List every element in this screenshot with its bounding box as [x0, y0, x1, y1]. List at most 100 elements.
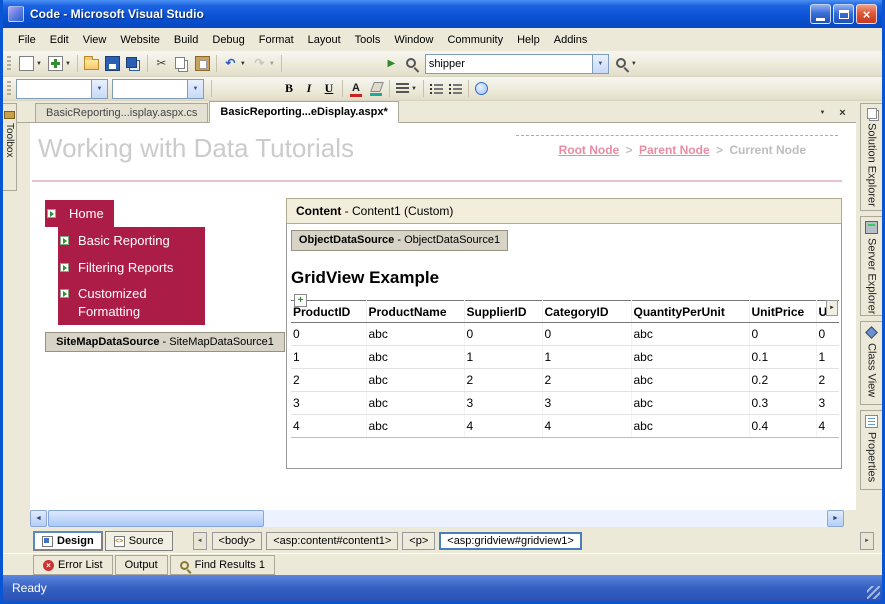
- solution-explorer-tab[interactable]: Solution Explorer: [860, 103, 882, 211]
- block-format-input[interactable]: [17, 79, 91, 98]
- search-combo-input[interactable]: [425, 54, 592, 73]
- toolbar-separator: [422, 80, 424, 97]
- tab-list-dropdown-button[interactable]: ▼: [815, 105, 830, 120]
- grid-cell: 3: [542, 391, 632, 415]
- find-in-files-button[interactable]: ▼: [612, 53, 640, 75]
- horizontal-scrollbar[interactable]: ◄ ►: [30, 510, 844, 527]
- save-button[interactable]: [102, 53, 123, 75]
- tag-asp-content[interactable]: <asp:content#content1>: [266, 532, 399, 550]
- copy-button[interactable]: [172, 53, 192, 75]
- content-placeholder-body[interactable]: ObjectDataSource - ObjectDataSource1 Gri…: [286, 224, 842, 469]
- combo-dropdown-button[interactable]: ▼: [187, 79, 203, 98]
- server-explorer-tab[interactable]: Server Explorer: [860, 216, 882, 316]
- menu-item-help[interactable]: Help: [510, 30, 547, 50]
- tag-p[interactable]: <p>: [402, 532, 436, 550]
- find-results-tab[interactable]: Find Results 1: [169, 555, 275, 575]
- tag-scroll-right-button[interactable]: ►: [860, 532, 874, 550]
- vs-logo-icon: [8, 6, 24, 22]
- tag-body[interactable]: <body>: [211, 532, 263, 550]
- content-placeholder-header[interactable]: Content - Content1 (Custom): [286, 198, 842, 224]
- combo-dropdown-button[interactable]: ▼: [91, 79, 107, 98]
- menu-item-format[interactable]: Format: [252, 30, 301, 50]
- breadcrumb-parent-link[interactable]: Parent Node: [639, 143, 710, 157]
- toolbar-grip[interactable]: [7, 80, 11, 97]
- tag-asp-gridview-selected[interactable]: <asp:gridview#gridview1>: [439, 532, 582, 550]
- doc-tab-aspx-active[interactable]: BasicReporting...eDisplay.aspx*: [209, 101, 399, 123]
- gridview-control[interactable]: ProductID ProductName SupplierID Categor…: [291, 300, 839, 442]
- scroll-left-button[interactable]: ◄: [30, 510, 47, 527]
- redo-button[interactable]: ↷ ▼: [249, 53, 278, 75]
- start-debug-button[interactable]: ▶: [381, 53, 402, 75]
- error-list-tab[interactable]: × Error List: [33, 555, 113, 575]
- menu-item-view[interactable]: View: [76, 30, 114, 50]
- content-placeholder[interactable]: Content - Content1 (Custom) ObjectDataSo…: [286, 198, 842, 469]
- tag-scroll-left-button[interactable]: ◄: [192, 532, 207, 550]
- menu-item-window[interactable]: Window: [387, 30, 440, 50]
- resize-grip[interactable]: [867, 586, 880, 599]
- grid-cell: abc: [631, 345, 750, 369]
- grid-cell: 3: [291, 391, 367, 415]
- title-bar[interactable]: Code - Microsoft Visual Studio ×: [3, 0, 882, 28]
- gridview-smart-tag-icon[interactable]: ►: [826, 300, 838, 316]
- menu-item-debug[interactable]: Debug: [205, 30, 251, 50]
- nav-item-home[interactable]: Home: [45, 200, 114, 227]
- combo-dropdown-button[interactable]: ▼: [591, 54, 608, 73]
- doc-tab-codebehind[interactable]: BasicReporting...isplay.aspx.cs: [35, 103, 209, 122]
- gridview-table[interactable]: ProductID ProductName SupplierID Categor…: [291, 300, 839, 438]
- bold-button[interactable]: B: [279, 78, 299, 100]
- nav-item-customized-formatting[interactable]: Customized Formatting: [58, 281, 205, 325]
- scroll-right-button[interactable]: ►: [827, 510, 844, 527]
- toolbar-separator: [215, 55, 217, 72]
- minimize-button[interactable]: [810, 4, 831, 24]
- hyperlink-button[interactable]: [472, 78, 491, 100]
- grid-header-cell: QuantityPerUnit: [631, 300, 750, 323]
- toolbar-grip[interactable]: [7, 55, 11, 72]
- numbered-list-button[interactable]: [446, 78, 465, 100]
- output-tab[interactable]: Output: [114, 555, 168, 575]
- menu-item-build[interactable]: Build: [167, 30, 205, 50]
- menu-item-marker-icon: [47, 208, 56, 218]
- paste-button[interactable]: [192, 53, 213, 75]
- open-file-button[interactable]: [81, 53, 102, 75]
- menu-item-tools[interactable]: Tools: [348, 30, 388, 50]
- scrollbar-thumb[interactable]: [48, 510, 264, 527]
- nav-item-filtering-reports[interactable]: Filtering Reports: [58, 254, 205, 281]
- highlight-icon: [369, 82, 383, 96]
- add-new-item-button[interactable]: ▼: [45, 53, 74, 75]
- class-view-tab[interactable]: Class View: [860, 321, 882, 405]
- menu-item-addins[interactable]: Addins: [547, 30, 595, 50]
- italic-button[interactable]: I: [299, 78, 319, 100]
- menu-item-community[interactable]: Community: [440, 30, 510, 50]
- design-view-label: Design: [57, 535, 94, 547]
- gridview-move-handle-icon[interactable]: +: [294, 294, 307, 307]
- underline-button[interactable]: U: [319, 78, 339, 100]
- save-all-button[interactable]: [123, 53, 144, 75]
- cut-button[interactable]: ✂: [151, 53, 172, 75]
- bullet-list-button[interactable]: [427, 78, 446, 100]
- menu-item-file[interactable]: File: [11, 30, 43, 50]
- new-website-button[interactable]: ▼: [16, 53, 45, 75]
- properties-tab[interactable]: Properties: [860, 410, 882, 490]
- undo-button[interactable]: ↶ ▼: [220, 53, 249, 75]
- find-button[interactable]: [402, 53, 422, 75]
- menu-item-website[interactable]: Website: [113, 30, 167, 50]
- font-color-button[interactable]: A: [346, 78, 366, 100]
- objectdatasource-control[interactable]: ObjectDataSource - ObjectDataSource1: [291, 230, 508, 251]
- menu-item-edit[interactable]: Edit: [43, 30, 76, 50]
- menu-item-layout[interactable]: Layout: [301, 30, 348, 50]
- toolbox-tab[interactable]: Toolbox: [3, 103, 17, 191]
- source-view-button[interactable]: <> Source: [104, 531, 173, 551]
- highlight-button[interactable]: [366, 78, 386, 100]
- design-surface[interactable]: Working with Data Tutorials Root Node > …: [30, 123, 856, 510]
- nav-item-basic-reporting[interactable]: Basic Reporting: [58, 227, 205, 254]
- grid-cell: abc: [366, 368, 465, 392]
- design-view-button[interactable]: Design: [33, 531, 103, 551]
- close-button[interactable]: ×: [856, 4, 877, 24]
- maximize-button[interactable]: [833, 4, 854, 24]
- grid-header-cell: CategoryID: [542, 300, 632, 323]
- alignment-button[interactable]: ▼: [393, 78, 420, 100]
- tab-close-button[interactable]: ×: [835, 105, 850, 120]
- breadcrumb-root-link[interactable]: Root Node: [559, 143, 620, 157]
- sitemapdatasource-control[interactable]: SiteMapDataSource - SiteMapDataSource1: [45, 332, 285, 352]
- font-name-input[interactable]: [113, 79, 187, 98]
